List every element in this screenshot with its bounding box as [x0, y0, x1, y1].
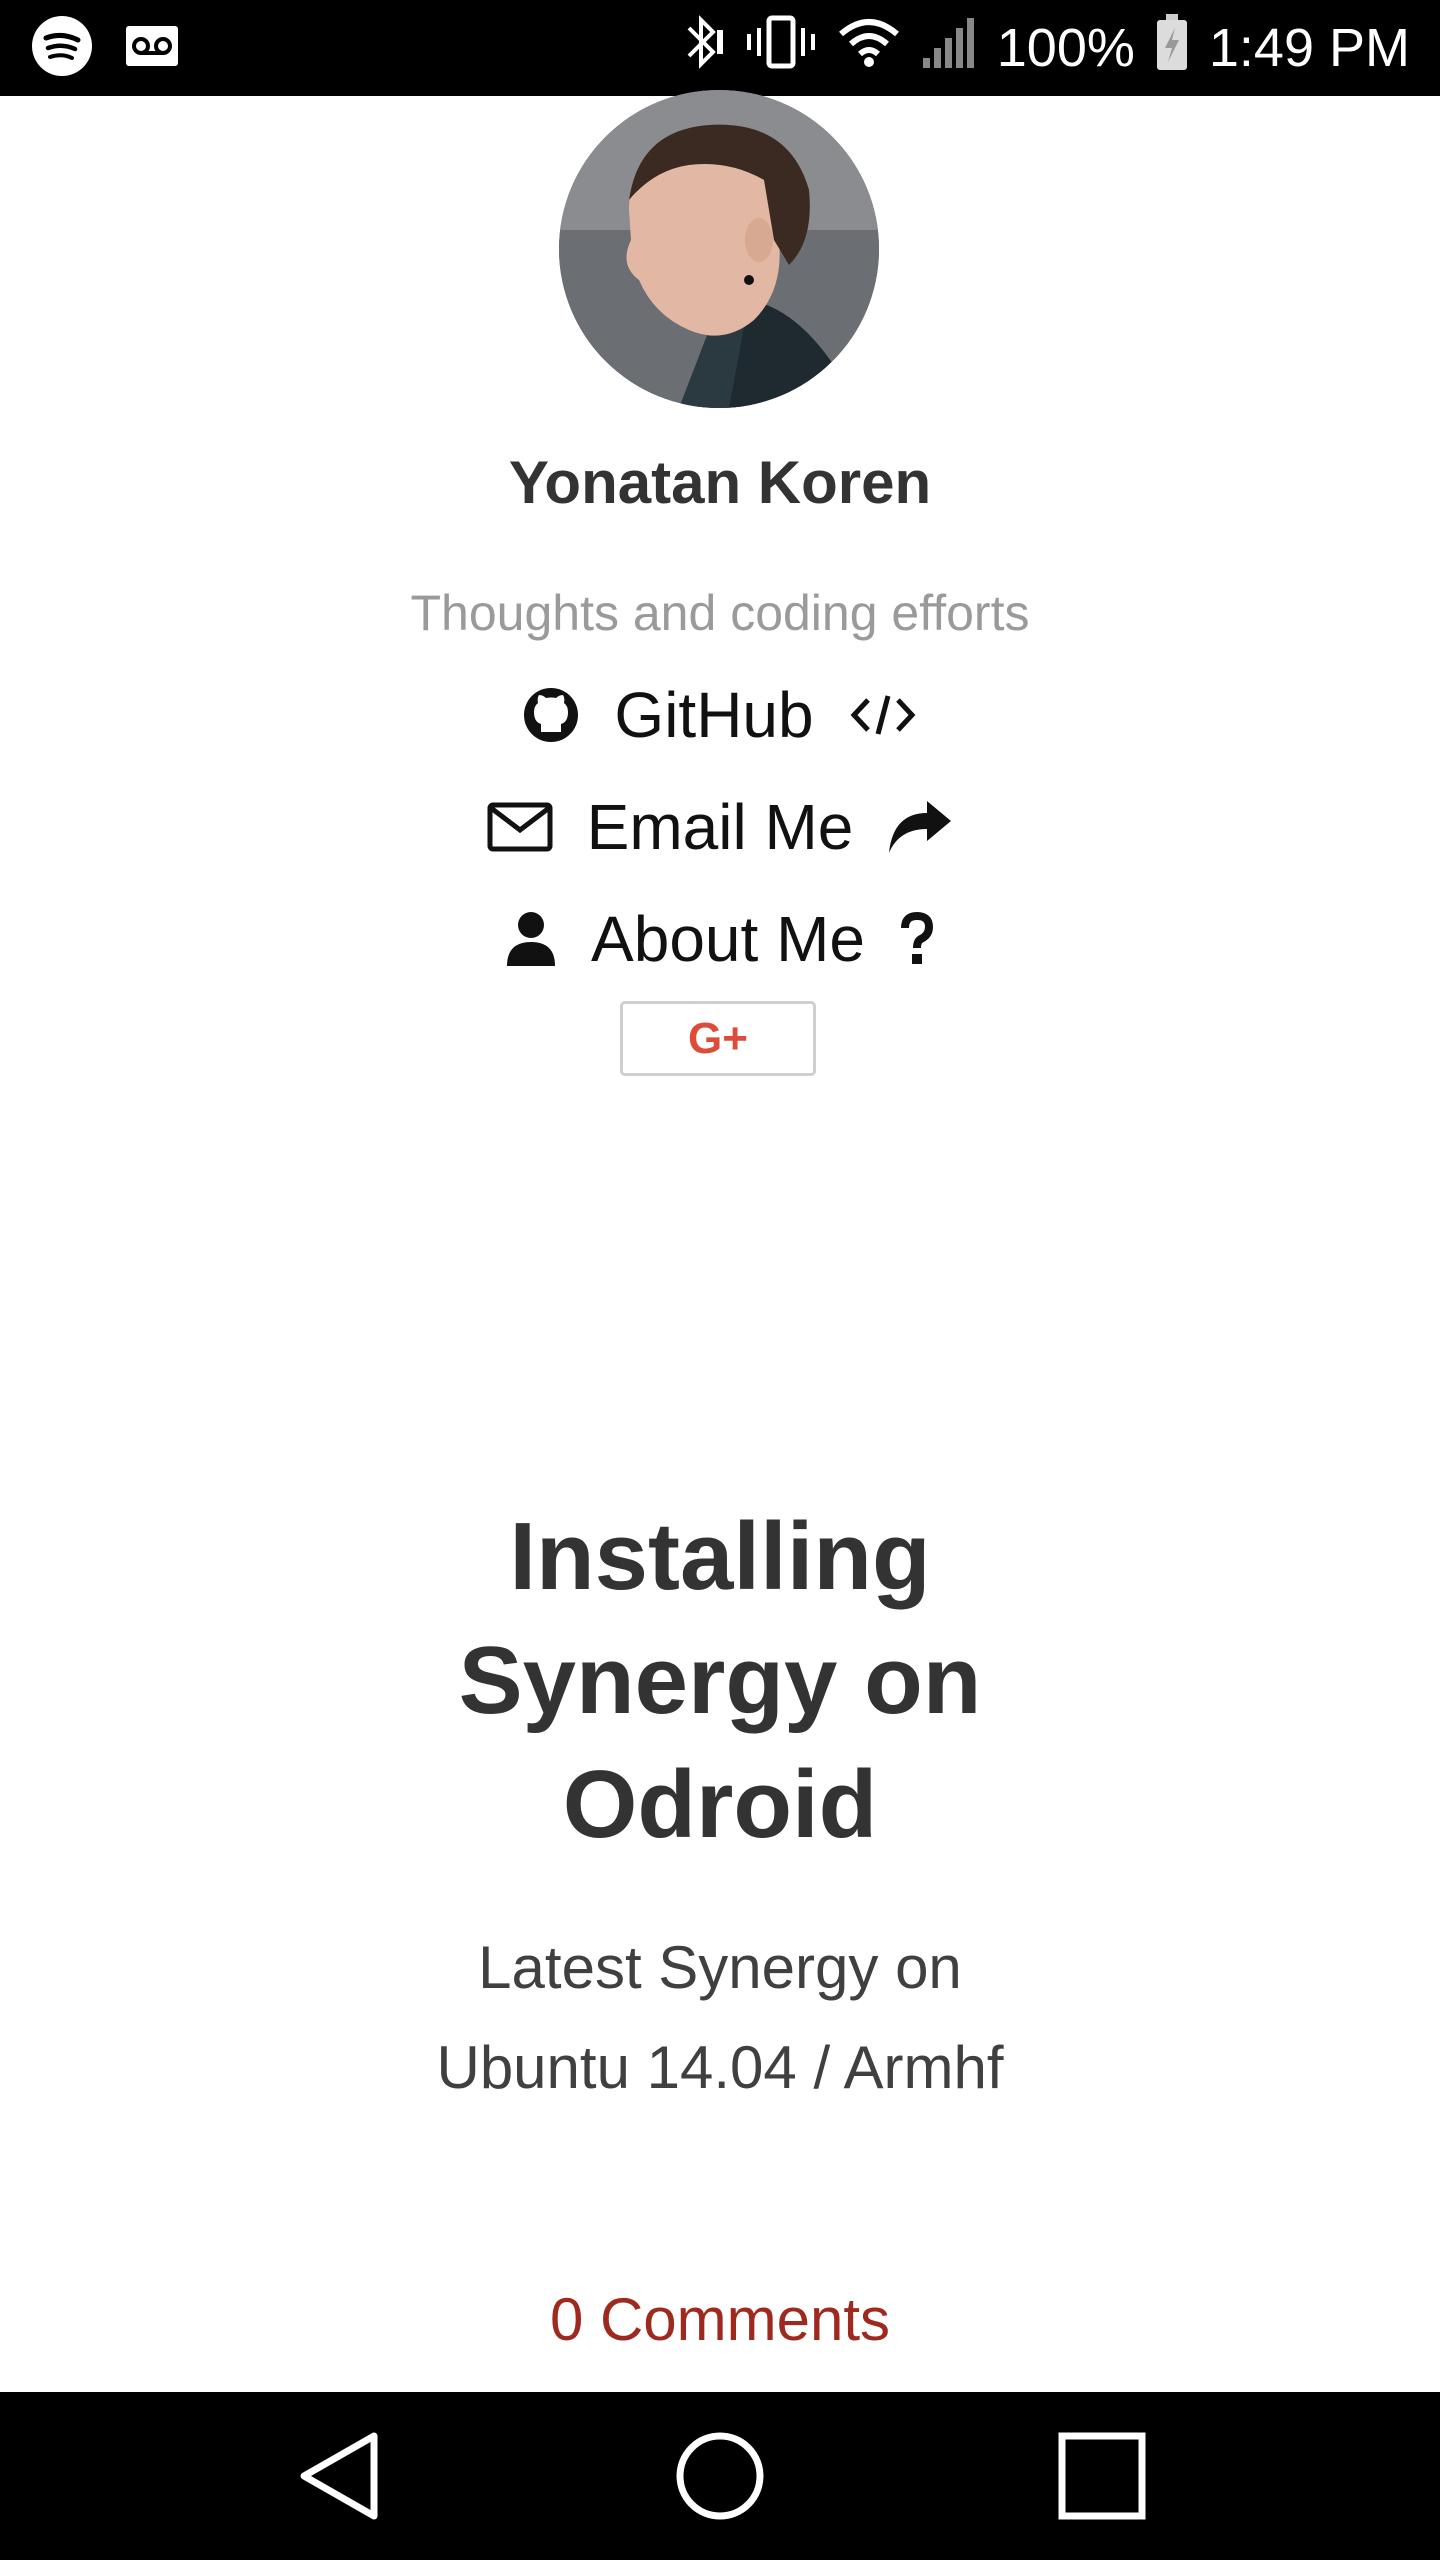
vibrate-icon [745, 12, 817, 85]
github-icon [522, 686, 580, 744]
home-icon[interactable] [674, 2430, 766, 2527]
post-title[interactable]: Installing Synergy on Odroid [320, 1495, 1120, 1867]
envelope-icon [487, 802, 553, 852]
github-link[interactable]: GitHub [0, 678, 1440, 752]
profile-name: Yonatan Koren [508, 449, 932, 516]
github-link-label: GitHub [614, 679, 814, 751]
profile-tagline: Thoughts and coding efforts [410, 585, 1030, 641]
bluetooth-icon [681, 12, 725, 85]
navigation-bar [0, 2392, 1440, 2560]
profile-avatar [559, 90, 879, 408]
battery-charging-icon [1155, 12, 1189, 85]
back-icon[interactable] [296, 2430, 380, 2527]
email-link-label: Email Me [586, 791, 854, 863]
user-icon [505, 910, 557, 968]
code-icon [848, 690, 918, 740]
post-subtitle: Latest Synergy on Ubuntu 14.04 / Armhf [436, 1934, 1004, 2101]
spotify-icon [30, 14, 94, 83]
about-link[interactable]: About Me [0, 902, 1440, 976]
google-plus-button[interactable]: G+ [620, 1001, 816, 1076]
question-icon [899, 912, 935, 966]
clock: 1:49 PM [1208, 18, 1410, 78]
google-plus-icon: G+ [688, 1013, 748, 1063]
voicemail-icon [124, 24, 180, 73]
recents-icon[interactable] [1056, 2430, 1148, 2527]
status-bar: 100% 1:49 PM [0, 0, 1440, 96]
wifi-icon [837, 14, 901, 83]
share-arrow-icon [887, 799, 953, 855]
signal-icon [921, 14, 977, 83]
comments-link[interactable]: 0 Comments [0, 2285, 1440, 2354]
about-link-label: About Me [591, 903, 865, 975]
battery-percent: 100% [996, 18, 1135, 78]
email-link[interactable]: Email Me [0, 790, 1440, 864]
